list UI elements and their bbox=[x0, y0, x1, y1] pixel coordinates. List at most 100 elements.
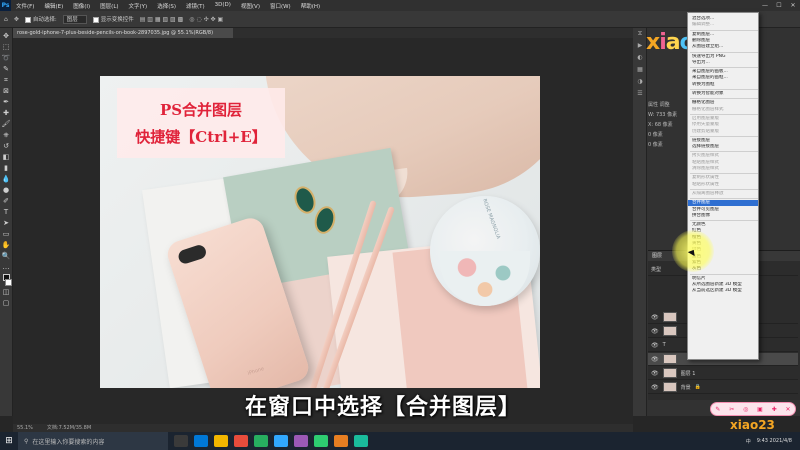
shape-tool-icon[interactable]: ▭ bbox=[2, 230, 11, 239]
healing-tool-icon[interactable]: ✚ bbox=[2, 109, 11, 118]
context-menu-item[interactable]: 复制图层... bbox=[692, 32, 758, 38]
eraser-tool-icon[interactable]: ◧ bbox=[2, 153, 11, 162]
photoshop-taskbar-icon[interactable] bbox=[274, 435, 288, 447]
brush-tool-icon[interactable]: 🖌 bbox=[2, 120, 11, 129]
crop-tool-icon[interactable]: ⌗ bbox=[2, 76, 11, 85]
app-icon[interactable] bbox=[354, 435, 368, 447]
menu-item[interactable]: 视图(V) bbox=[236, 2, 265, 10]
actions-panel-icon[interactable]: ▶ bbox=[633, 40, 647, 52]
menu-item[interactable]: 编辑(E) bbox=[39, 2, 68, 10]
windows-start-icon[interactable]: ⊞ bbox=[0, 432, 18, 450]
context-menu-item[interactable]: 合并可见图层 bbox=[692, 207, 758, 213]
context-menu-item[interactable]: 从所选图层新建 3D 模型 bbox=[692, 282, 758, 288]
libraries-panel-icon[interactable]: ☰ bbox=[633, 88, 647, 100]
more-tools-icon[interactable]: … bbox=[2, 263, 11, 272]
minimize-icon[interactable]: — bbox=[758, 0, 772, 11]
explorer-icon[interactable] bbox=[214, 435, 228, 447]
w-value[interactable]: 733 像素 bbox=[656, 112, 677, 118]
menu-item[interactable]: 窗口(W) bbox=[265, 2, 296, 10]
context-menu-item[interactable]: 无颜色 bbox=[692, 222, 758, 228]
menu-item[interactable]: 图像(I) bbox=[68, 2, 95, 10]
ime-indicator[interactable]: 中 bbox=[746, 438, 751, 445]
screen-mode-icon[interactable]: ▢ bbox=[2, 299, 11, 308]
quick-select-tool-icon[interactable]: ✎ bbox=[2, 65, 11, 74]
task-view-icon[interactable] bbox=[174, 435, 188, 447]
maximize-icon[interactable]: ☐ bbox=[772, 0, 786, 11]
document-tab[interactable]: rose-gold-iphone-7-plus-beside-pencils-o… bbox=[13, 28, 233, 38]
swatches-panel-icon[interactable]: ▦ bbox=[633, 64, 647, 76]
menu-item[interactable]: 帮助(H) bbox=[296, 2, 325, 10]
context-menu-item[interactable]: 链接图层 bbox=[692, 138, 758, 144]
eye-icon[interactable]: 👁 bbox=[651, 384, 659, 391]
context-menu-item[interactable]: 栅格化图层 bbox=[692, 100, 758, 106]
zoom-tool-icon[interactable]: 🔍 bbox=[2, 252, 11, 261]
auto-select-dropdown[interactable]: 图层 bbox=[62, 14, 87, 24]
context-menu-item[interactable]: 转换为智能对象 bbox=[692, 91, 758, 97]
edge-icon[interactable] bbox=[194, 435, 208, 447]
context-menu-item[interactable]: 快速导出为 PNG bbox=[692, 54, 758, 60]
blur-tool-icon[interactable]: 💧 bbox=[2, 175, 11, 184]
context-menu-item[interactable]: 导出为... bbox=[692, 60, 758, 66]
context-menu-item[interactable]: 转换为图框 bbox=[692, 82, 758, 88]
menu-separator bbox=[690, 220, 758, 222]
lasso-tool-icon[interactable]: ➰ bbox=[2, 54, 11, 63]
gradient-tool-icon[interactable]: ▮ bbox=[2, 164, 11, 173]
app-icon[interactable] bbox=[294, 435, 308, 447]
eye-icon[interactable]: 👁 bbox=[651, 356, 659, 363]
menu-item[interactable]: 选择(S) bbox=[152, 2, 181, 10]
pen-tool-icon[interactable]: ✐ bbox=[2, 197, 11, 206]
eye-icon[interactable]: 👁 bbox=[651, 314, 659, 321]
app-icon[interactable] bbox=[334, 435, 348, 447]
wechat-icon[interactable] bbox=[314, 435, 328, 447]
background-color-swatch[interactable] bbox=[4, 279, 12, 286]
path-select-tool-icon[interactable]: ➤ bbox=[2, 219, 11, 228]
menu-item[interactable]: 文字(Y) bbox=[124, 2, 153, 10]
x-value[interactable]: 68 像素 bbox=[655, 122, 673, 128]
marquee-tool-icon[interactable]: ⬚ bbox=[2, 43, 11, 52]
zoom-level[interactable]: 55.1% bbox=[17, 424, 33, 432]
adjust-panel-icon[interactable]: ◑ bbox=[633, 76, 647, 88]
close-icon[interactable]: ✕ bbox=[786, 0, 800, 11]
photoshop-logo-icon[interactable]: Ps bbox=[0, 0, 11, 11]
eyedropper-tool-icon[interactable]: ✒ bbox=[2, 98, 11, 107]
show-transform-checkbox[interactable]: 显示变换控件 bbox=[92, 15, 134, 23]
menu-item[interactable]: 文件(F) bbox=[11, 2, 39, 10]
home-icon[interactable]: ⌂ bbox=[4, 16, 8, 23]
move-tool-icon[interactable]: ✥ bbox=[14, 16, 19, 23]
quick-mask-icon[interactable]: ◫ bbox=[2, 288, 11, 297]
context-menu-item[interactable]: 删除图层 bbox=[692, 38, 758, 44]
eye-icon[interactable]: 👁 bbox=[651, 328, 659, 335]
move-tool-icon[interactable]: ✥ bbox=[2, 32, 11, 41]
stamp-tool-icon[interactable]: ⎈ bbox=[2, 131, 11, 140]
eye-icon[interactable]: 👁 bbox=[651, 370, 659, 377]
context-menu-item[interactable]: 从图层建立组... bbox=[692, 44, 758, 50]
eye-icon[interactable]: 👁 bbox=[651, 342, 659, 349]
hand-tool-icon[interactable]: ✋ bbox=[2, 241, 11, 250]
clock[interactable]: 9:43 2021/4/8 bbox=[757, 438, 792, 444]
layer-row-1[interactable]: 👁 图层 1 bbox=[648, 367, 798, 380]
context-menu-item[interactable]: 来自图层的画框... bbox=[692, 75, 758, 81]
menu-item[interactable]: 滤镜(T) bbox=[181, 2, 210, 10]
context-menu-item[interactable]: 选择链接图层 bbox=[692, 144, 758, 150]
frame-tool-icon[interactable]: ⊠ bbox=[2, 87, 11, 96]
history-brush-icon[interactable]: ↺ bbox=[2, 142, 11, 151]
context-menu-item[interactable]: 拼合图像 bbox=[692, 213, 758, 219]
app-icon[interactable] bbox=[234, 435, 248, 447]
3d-mode-icons[interactable]: ◎ ◌ ✣ ✥ ▣ bbox=[189, 16, 223, 23]
color-panel-icon[interactable]: ◐ bbox=[633, 52, 647, 64]
background-layer-row[interactable]: 👁 背景 🔒 bbox=[648, 381, 798, 394]
history-panel-icon[interactable]: ⧖ bbox=[633, 28, 647, 40]
app-icon[interactable] bbox=[254, 435, 268, 447]
auto-select-checkbox[interactable]: 自动选择: bbox=[24, 15, 57, 23]
context-menu-item[interactable]: 混合选项... bbox=[692, 16, 758, 22]
menu-item[interactable]: 3D(D) bbox=[210, 2, 236, 10]
taskbar-search[interactable]: ⚲ 在这里输入你要搜索的内容 bbox=[18, 432, 168, 450]
align-icons[interactable]: ▤ ▥ ▦ ▧ ▨ ▩ bbox=[140, 16, 184, 23]
type-tool-icon[interactable]: T bbox=[2, 208, 11, 217]
menu-item[interactable]: 图层(L) bbox=[95, 2, 123, 10]
merge-layers-menu-item[interactable]: 合并图层 bbox=[688, 200, 758, 207]
context-menu-item[interactable]: 从当前选区新建 3D 模型 bbox=[692, 288, 758, 294]
context-menu-item[interactable]: 来自图层的画板... bbox=[692, 69, 758, 75]
context-menu-item[interactable]: 明信片 bbox=[692, 276, 758, 282]
dodge-tool-icon[interactable]: ● bbox=[2, 186, 11, 195]
